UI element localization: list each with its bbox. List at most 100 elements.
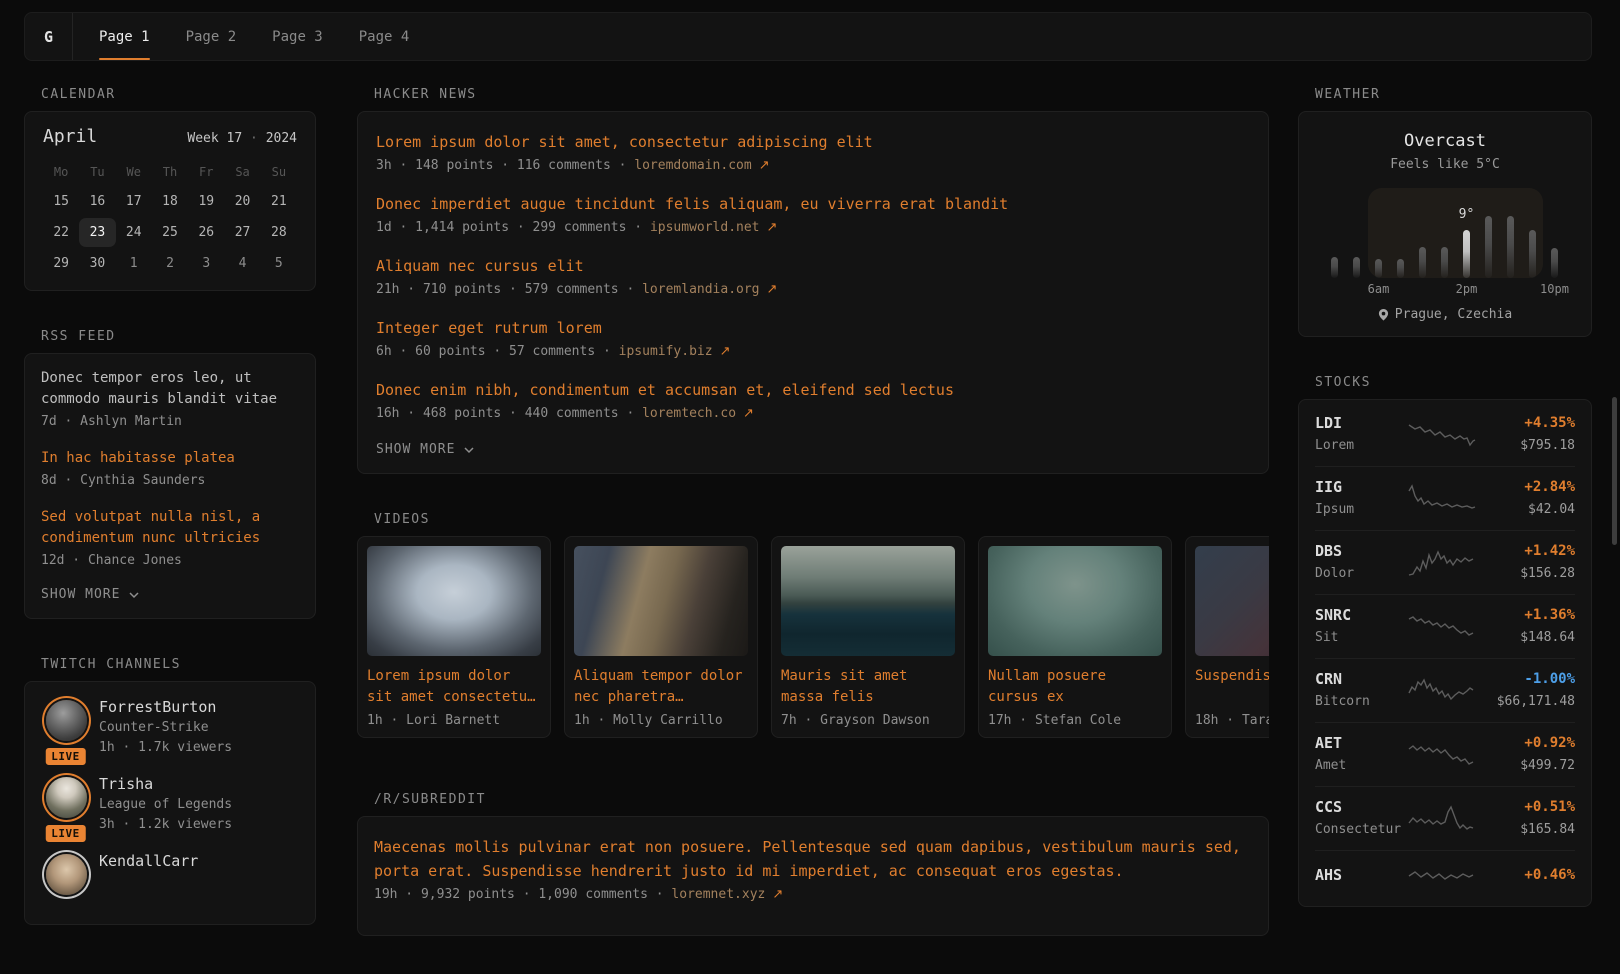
stock-row[interactable]: DBS Dolor +1.42% $156.28	[1299, 530, 1591, 594]
video-thumbnail[interactable]	[781, 546, 955, 656]
video-title[interactable]: Mauris sit amet massa felis	[781, 666, 955, 708]
calendar-day[interactable]: 2	[152, 249, 188, 278]
hn-item-meta: 6h · 60 points · 57 comments · ipsumify.…	[376, 342, 1250, 362]
calendar-day[interactable]: 25	[152, 218, 188, 247]
stock-ticker: AHS	[1315, 866, 1407, 885]
location-pin-icon	[1378, 308, 1389, 321]
video-meta: 1h · Lori Barnett	[367, 713, 541, 728]
hn-item-title[interactable]: Lorem ipsum dolor sit amet, consectetur …	[376, 132, 1250, 153]
hn-item-title[interactable]: Donec imperdiet augue tincidunt felis al…	[376, 194, 1250, 215]
video-title[interactable]: Suspendisse diam	[1195, 666, 1269, 708]
hackernews-show-more-button[interactable]: SHOW MORE	[376, 442, 475, 457]
nav-page-tab[interactable]: Page 1	[99, 13, 150, 60]
calendar-day[interactable]: 30	[79, 249, 115, 278]
stock-row[interactable]: AHS +0.46%	[1299, 850, 1591, 904]
nav-page-tab[interactable]: Page 3	[272, 13, 323, 60]
stock-row[interactable]: CCS Consectetur +0.51% $165.84	[1299, 786, 1591, 850]
stock-row[interactable]: IIG Ipsum +2.84% $42.04	[1299, 466, 1591, 530]
rss-item-meta: 7d · Ashlyn Martin	[41, 412, 299, 432]
dow-label: Fr	[188, 159, 224, 187]
stock-sparkline	[1407, 547, 1477, 577]
stock-company: Dolor	[1315, 565, 1407, 582]
rss-item-title[interactable]: In hac habitasse platea	[41, 448, 299, 469]
video-thumbnail[interactable]	[367, 546, 541, 656]
nav-page-tab[interactable]: Page 4	[359, 13, 410, 60]
calendar-day[interactable]: 24	[116, 218, 152, 247]
calendar-day[interactable]: 26	[188, 218, 224, 247]
stock-ticker: AET	[1315, 734, 1407, 753]
video-card[interactable]: Suspendisse diam 18h · Tara	[1185, 536, 1269, 738]
calendar-day[interactable]: 19	[188, 187, 224, 216]
hour-label: 10pm	[1540, 282, 1569, 296]
video-meta: 7h · Grayson Dawson	[781, 713, 955, 728]
stock-identity: AET Amet	[1315, 734, 1407, 774]
hn-item-domain[interactable]: ipsumify.biz	[619, 344, 713, 359]
stock-row[interactable]: CRN Bitcorn -1.00% $66,171.48	[1299, 658, 1591, 722]
weather-bar	[1507, 216, 1514, 278]
calendar-day[interactable]: 17	[116, 187, 152, 216]
weather-chart: 9°	[1324, 188, 1566, 278]
calendar-day[interactable]: 5	[261, 249, 297, 278]
stock-row[interactable]: LDI Lorem +4.35% $795.18	[1299, 402, 1591, 466]
video-card[interactable]: Mauris sit amet massa felis 7h · Grayson…	[771, 536, 965, 738]
calendar-day[interactable]: 15	[43, 187, 79, 216]
calendar-day[interactable]: 21	[261, 187, 297, 216]
calendar-day[interactable]: 20	[224, 187, 260, 216]
stock-identity: CRN Bitcorn	[1315, 670, 1407, 710]
calendar-day[interactable]: 16	[79, 187, 115, 216]
calendar-day[interactable]: 18	[152, 187, 188, 216]
stock-values: +1.42% $156.28	[1477, 542, 1575, 582]
stock-price: $156.28	[1477, 565, 1575, 582]
stock-change-percent: -1.00%	[1477, 670, 1575, 689]
channel-viewers: 3h · 1.2k viewers	[99, 815, 232, 835]
video-title[interactable]: Nullam posuere cursus ex	[988, 666, 1162, 708]
calendar-day[interactable]: 22	[43, 218, 79, 247]
stock-row[interactable]: AET Amet +0.92% $499.72	[1299, 722, 1591, 786]
calendar-day[interactable]: 28	[261, 218, 297, 247]
hn-item-domain[interactable]: loremdomain.com	[634, 158, 751, 173]
scrollbar[interactable]	[1612, 397, 1617, 545]
video-thumbnail[interactable]	[1195, 546, 1269, 656]
channel-name[interactable]: ForrestBurton	[99, 697, 232, 718]
rss-item-title[interactable]: Sed volutpat nulla nisl, a condimentum n…	[41, 507, 299, 549]
twitch-channel-row[interactable]: LIVE ForrestBurton Counter-Strike 1h · 1…	[43, 697, 297, 758]
video-title[interactable]: Aliquam tempor dolor nec pharetra…	[574, 666, 748, 708]
twitch-channel-row[interactable]: LIVE Trisha League of Legends 3h · 1.2k …	[43, 774, 297, 835]
calendar-day[interactable]: 4	[224, 249, 260, 278]
rss-show-more-button[interactable]: SHOW MORE	[41, 587, 140, 602]
hn-item-title[interactable]: Aliquam nec cursus elit	[376, 256, 1250, 277]
video-card[interactable]: Lorem ipsum dolor sit amet consectetu… 1…	[357, 536, 551, 738]
calendar-day[interactable]: 29	[43, 249, 79, 278]
hn-item-stats: 21h · 710 points · 579 comments ·	[376, 282, 642, 297]
calendar-day[interactable]: 27	[224, 218, 260, 247]
weather-hour-labels: 6am2pm10pm	[1324, 282, 1566, 298]
video-thumbnail[interactable]	[988, 546, 1162, 656]
calendar-day[interactable]: 23	[79, 218, 115, 247]
hn-item-domain[interactable]: loremlandia.org	[642, 282, 759, 297]
stocks-card: LDI Lorem +4.35% $795.18 IIG Ipsum +2.84…	[1298, 399, 1592, 907]
rss-item-title[interactable]: Donec tempor eros leo, ut commodo mauris…	[41, 368, 299, 410]
dashboard-page: G Page 1 Page 2 Page 3 Page 4 CALENDAR A…	[0, 0, 1620, 974]
app-logo[interactable]: G	[25, 13, 73, 60]
video-card[interactable]: Aliquam tempor dolor nec pharetra… 1h · …	[564, 536, 758, 738]
twitch-channel-row[interactable]: KendallCarr	[43, 851, 297, 898]
post-title[interactable]: Maecenas mollis pulvinar erat non posuer…	[374, 835, 1252, 883]
hour-label: 6am	[1368, 282, 1390, 296]
stock-row[interactable]: SNRC Sit +1.36% $148.64	[1299, 594, 1591, 658]
video-title[interactable]: Lorem ipsum dolor sit amet consectetu…	[367, 666, 541, 708]
nav-page-tab[interactable]: Page 2	[186, 13, 237, 60]
hn-item-title[interactable]: Integer eget rutrum lorem	[376, 318, 1250, 339]
video-meta: 1h · Molly Carrillo	[574, 713, 748, 728]
video-card[interactable]: Nullam posuere cursus ex 17h · Stefan Co…	[978, 536, 1172, 738]
stock-sparkline	[1407, 675, 1477, 705]
live-badge: LIVE	[43, 746, 88, 767]
hn-item-domain[interactable]: ipsumworld.net	[650, 220, 760, 235]
calendar-day[interactable]: 1	[116, 249, 152, 278]
video-thumbnail[interactable]	[574, 546, 748, 656]
hn-item-domain[interactable]: loremtech.co	[642, 406, 736, 421]
channel-name[interactable]: Trisha	[99, 774, 232, 795]
hn-item-title[interactable]: Donec enim nibh, condimentum et accumsan…	[376, 380, 1250, 401]
dow-label: We	[116, 159, 152, 187]
channel-name[interactable]: KendallCarr	[99, 851, 198, 872]
calendar-day[interactable]: 3	[188, 249, 224, 278]
